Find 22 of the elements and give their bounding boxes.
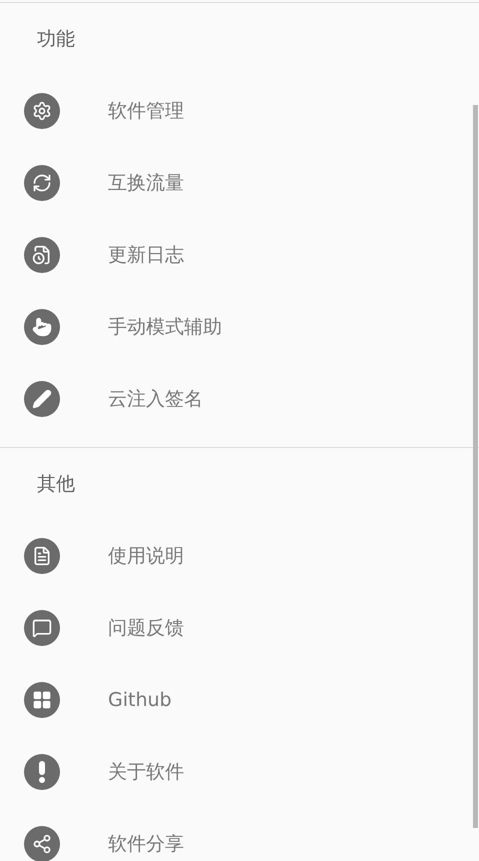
menu-item[interactable]: 使用说明	[0, 520, 479, 592]
menu-item[interactable]: 软件分享	[0, 808, 479, 861]
section-header: 功能	[37, 26, 75, 52]
chat-icon	[24, 610, 60, 646]
scrollbar[interactable]	[473, 105, 478, 828]
menu-item[interactable]: 关于软件	[0, 736, 479, 808]
refresh-icon	[24, 165, 60, 201]
menu-item[interactable]: 手动模式辅助	[0, 291, 479, 363]
menu-item[interactable]: 问题反馈	[0, 592, 479, 664]
menu-item[interactable]: 互换流量	[0, 147, 479, 219]
document-icon	[24, 538, 60, 574]
menu-item[interactable]: Github	[0, 664, 479, 736]
gear-icon	[24, 93, 60, 129]
exclamation-icon	[24, 754, 60, 790]
menu-item[interactable]: 云注入签名	[0, 363, 479, 435]
document-clock-icon	[24, 237, 60, 273]
pointer-hand-icon	[24, 309, 60, 345]
pencil-icon	[24, 381, 60, 417]
menu-item[interactable]: 更新日志	[0, 219, 479, 291]
section-header: 其他	[37, 472, 75, 497]
menu-item[interactable]: 软件管理	[0, 75, 479, 147]
grid-icon	[24, 682, 60, 718]
